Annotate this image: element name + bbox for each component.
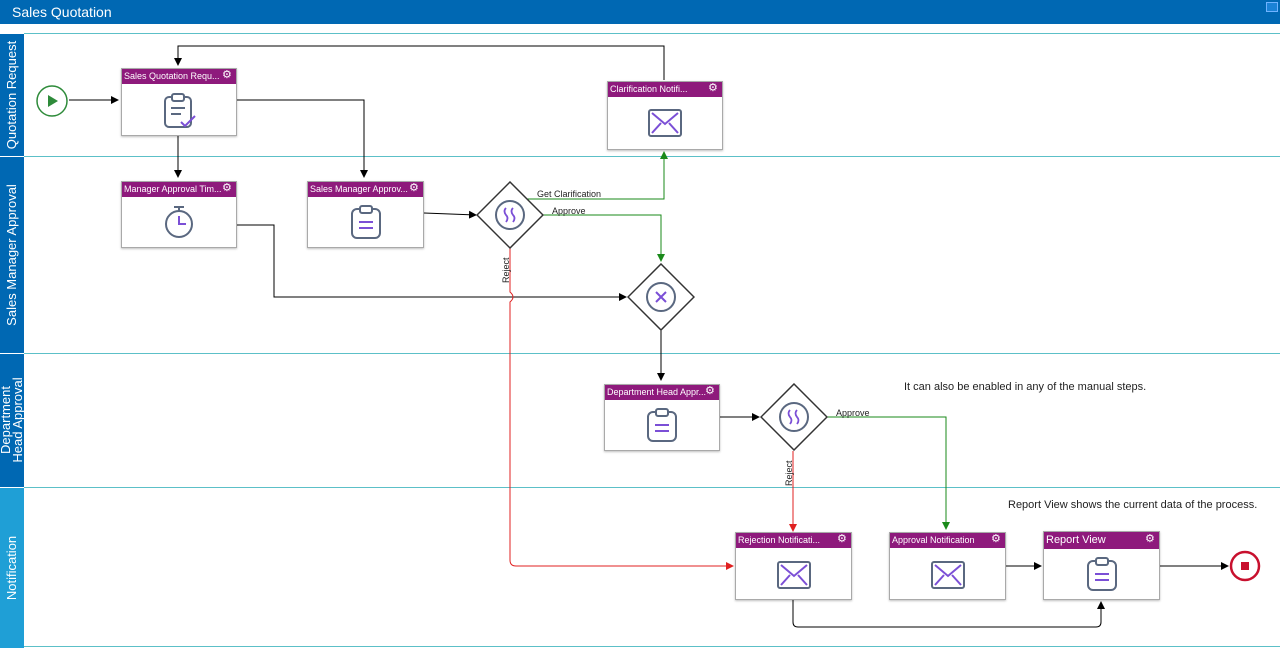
task-clarification-notification[interactable]: Clarification Notifi... ⚙ <box>607 81 723 150</box>
flow-approve-2 <box>825 416 950 530</box>
annotation-report-view: Report View shows the current data of th… <box>1008 499 1258 511</box>
task-title: Sales Quotation Requ... <box>122 69 236 84</box>
envelope-icon <box>776 561 811 589</box>
flow-sales-manager-to-gateway <box>423 210 477 219</box>
annotation-manual-steps: It can also be enabled in any of the man… <box>904 381 1147 393</box>
envelope-icon <box>930 561 965 589</box>
gear-icon[interactable]: ⚙ <box>222 183 233 194</box>
flow-label-get-clarification: Get Clarification <box>537 189 602 199</box>
gear-icon[interactable]: ⚙ <box>837 534 848 545</box>
task-title: Report View <box>1044 532 1159 549</box>
flow-approve-1 <box>534 214 665 262</box>
task-sales-quotation-request[interactable]: Sales Quotation Requ... ⚙ <box>121 68 237 136</box>
task-rejection-notification[interactable]: Rejection Notificati... ⚙ <box>735 532 852 600</box>
flow-label-approve: Approve <box>836 408 870 418</box>
envelope-icon <box>648 109 682 137</box>
task-title: Sales Manager Approv... <box>308 182 423 197</box>
decision-gateway-icon[interactable] <box>476 181 544 249</box>
task-report-view[interactable]: Report View ⚙ <box>1043 531 1160 600</box>
task-title: Rejection Notificati... <box>736 533 851 548</box>
merge-gateway-icon[interactable] <box>627 263 695 331</box>
task-title: Approval Notification <box>890 533 1005 548</box>
task-manager-approval-timer[interactable]: Manager Approval Tim... ⚙ <box>121 181 237 248</box>
flow-rejection-to-report <box>792 600 1105 628</box>
task-department-head-approval[interactable]: Department Head Appr... ⚙ <box>604 384 720 451</box>
clipboard-list-icon <box>647 408 677 442</box>
gear-icon[interactable]: ⚙ <box>222 70 233 81</box>
gear-icon[interactable]: ⚙ <box>991 534 1002 545</box>
gear-icon[interactable]: ⚙ <box>708 83 719 94</box>
flow-label-reject: Reject <box>784 460 794 486</box>
task-approval-notification[interactable]: Approval Notification ⚙ <box>889 532 1006 600</box>
end-event-icon[interactable] <box>1229 550 1261 582</box>
start-event-icon[interactable] <box>35 84 69 118</box>
clipboard-list-icon <box>350 205 381 239</box>
clipboard-check-icon <box>164 93 196 128</box>
gear-icon[interactable]: ⚙ <box>409 183 420 194</box>
gear-icon[interactable]: ⚙ <box>1145 534 1156 545</box>
stopwatch-icon <box>165 206 193 238</box>
task-title: Manager Approval Tim... <box>122 182 236 197</box>
task-sales-manager-approval[interactable]: Sales Manager Approv... ⚙ <box>307 181 424 248</box>
flow-timer-to-merge <box>237 224 627 301</box>
flow-label-reject: Reject <box>501 257 511 283</box>
flow-request-to-sales-manager <box>236 99 368 178</box>
task-title: Clarification Notifi... <box>608 82 722 97</box>
clipboard-list-icon <box>1086 557 1117 591</box>
flow-label-approve: Approve <box>552 206 586 216</box>
flow-clarification-to-request <box>174 45 665 80</box>
task-title: Department Head Appr... <box>605 385 719 400</box>
decision-gateway-icon[interactable] <box>760 383 828 451</box>
gear-icon[interactable]: ⚙ <box>705 386 716 397</box>
